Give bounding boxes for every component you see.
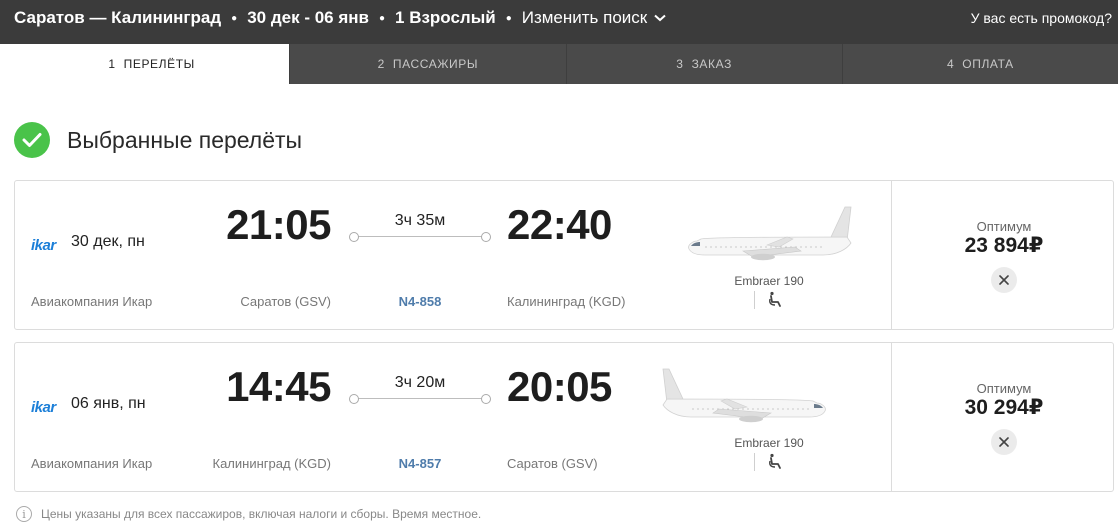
price: 23 894₽ (964, 234, 1044, 257)
departure-airport: Калининград (KGD) (212, 456, 332, 471)
price-panel: Оптимум 23 894₽ (891, 181, 1115, 329)
step-label: Перелёты (123, 57, 195, 71)
departure-time: 21:05 (226, 201, 331, 248)
separator-dot: ● (378, 12, 386, 24)
departure-airport: Саратов (GSV) (240, 294, 331, 309)
arrival-airport: Калининград (KGD) (507, 294, 626, 309)
flight-date: 30 дек, пн (71, 233, 145, 250)
step-passengers[interactable]: 2 Пассажиры (290, 44, 567, 84)
route-line (349, 232, 491, 242)
search-summary: Саратов — Калининград ● 30 дек - 06 янв … (14, 8, 666, 28)
route-label: Саратов — Калининград (14, 8, 222, 27)
remove-flight-button[interactable] (991, 267, 1017, 293)
flight-card-return: ikar 06 янв, пн Авиакомпания Икар 14:45 … (14, 342, 1114, 492)
remove-flight-button[interactable] (991, 429, 1017, 455)
arrival-time: 20:05 (507, 363, 612, 410)
arrival-airport: Саратов (GSV) (507, 456, 598, 471)
divider (754, 291, 755, 309)
search-summary-bar: Саратов — Калининград ● 30 дек - 06 янв … (0, 0, 1118, 44)
airline-name: Авиакомпания Икар (31, 456, 153, 471)
aircraft-model: Embraer 190 (734, 274, 804, 288)
fare-type: Оптимум (976, 381, 1032, 396)
seat-icon (769, 453, 781, 469)
separator-dot: ● (231, 12, 238, 24)
close-icon (999, 437, 1009, 447)
separator-dot: ● (505, 12, 512, 24)
step-number: 3 (676, 57, 684, 71)
seat-icon (769, 291, 781, 307)
airline-logo: ikar (31, 399, 56, 416)
chevron-down-icon (654, 14, 666, 22)
step-number: 1 (108, 57, 116, 71)
step-label: Заказ (691, 57, 732, 71)
price-note-text: Цены указаны для всех пассажиров, включа… (41, 507, 482, 521)
step-number: 2 (377, 57, 385, 71)
flight-card-outbound: ikar 30 дек, пн Авиакомпания Икар 21:05 … (14, 180, 1114, 330)
airline-name: Авиакомпания Икар (31, 294, 153, 309)
dates-label: 30 дек - 06 янв (247, 8, 369, 27)
price-note: i Цены указаны для всех пассажиров, вклю… (16, 506, 481, 522)
step-label: Оплата (962, 57, 1014, 71)
airplane-icon (688, 206, 852, 261)
price-panel: Оптимум 30 294₽ (891, 343, 1115, 491)
close-icon (999, 275, 1009, 285)
route-line (349, 394, 491, 404)
flight-duration: 3ч 20м (394, 374, 446, 391)
flight-number-link[interactable]: N4-858 (349, 294, 491, 309)
booking-steps: 1 Перелёты 2 Пассажиры 3 Заказ 4 Оплата (14, 44, 1118, 84)
step-number: 4 (947, 57, 955, 71)
step-order[interactable]: 3 Заказ (567, 44, 843, 84)
airline-logo: ikar (31, 237, 56, 254)
page-title: Выбранные перелёты (67, 126, 303, 153)
departure-time: 14:45 (226, 363, 331, 410)
passengers-label: 1 Взрослый (395, 8, 496, 27)
step-flights[interactable]: 1 Перелёты (14, 44, 291, 84)
change-search-label: Изменить поиск (521, 8, 648, 27)
aircraft-model: Embraer 190 (734, 436, 804, 450)
flight-number-link[interactable]: N4-857 (349, 456, 491, 471)
step-label: Пассажиры (392, 57, 479, 71)
fare-type: Оптимум (976, 219, 1032, 234)
promo-code-link[interactable]: У вас есть промокод? (971, 10, 1112, 26)
check-icon (14, 122, 50, 158)
airplane-icon (662, 368, 826, 423)
price: 30 294₽ (964, 396, 1044, 419)
divider (754, 453, 755, 471)
arrival-time: 22:40 (507, 201, 612, 248)
step-payment[interactable]: 4 Оплата (843, 44, 1118, 84)
change-search-button[interactable]: Изменить поиск (522, 8, 667, 28)
flight-duration: 3ч 35м (394, 212, 446, 229)
flight-date: 06 янв, пн (71, 395, 146, 412)
selected-flights-heading: Выбранные перелёты (14, 122, 302, 158)
info-icon: i (16, 506, 32, 522)
